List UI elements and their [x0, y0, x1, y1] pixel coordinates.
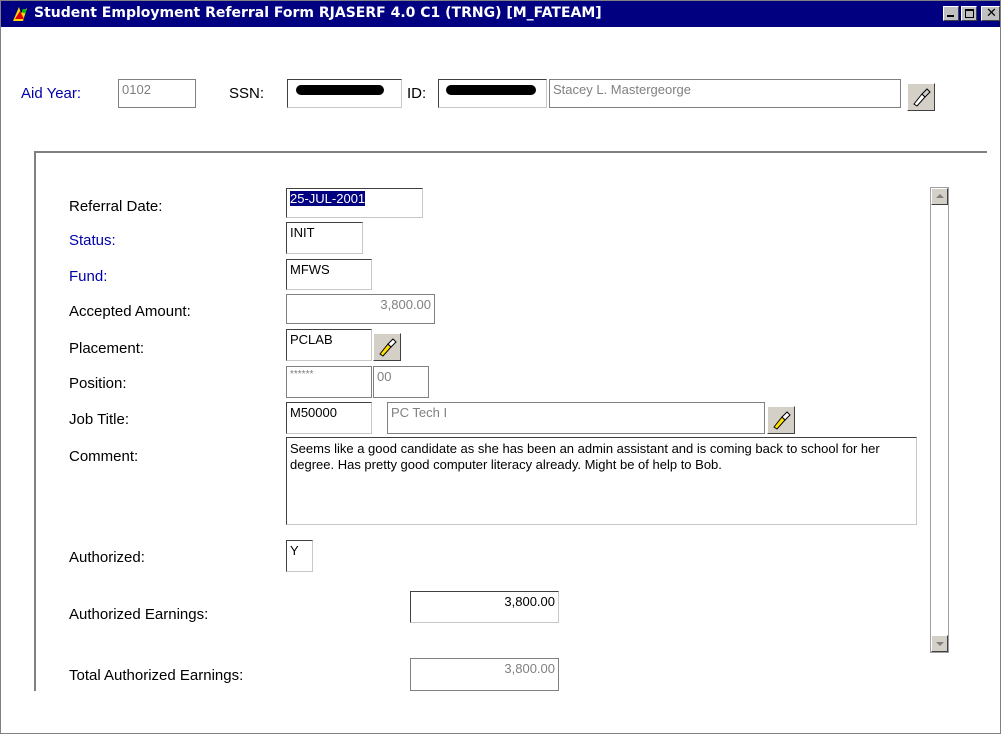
total-authorized-earnings-field: 3,800.00	[410, 658, 559, 691]
status-value: INIT	[290, 225, 315, 240]
authorized-earnings-label: Authorized Earnings:	[69, 606, 209, 623]
placement-field[interactable]: PCLAB	[286, 329, 372, 361]
app-icon	[11, 5, 29, 23]
fund-label: Fund:	[69, 268, 108, 285]
status-label: Status:	[69, 232, 116, 249]
position-value: ******	[290, 369, 314, 380]
id-label: ID:	[407, 85, 427, 102]
student-name-value: Stacey L. Mastergeorge	[553, 82, 692, 97]
flashlight-search-icon	[773, 411, 791, 430]
id-redaction	[446, 85, 536, 95]
job-title-description-value: PC Tech I	[391, 405, 448, 420]
flashlight-search-icon	[913, 88, 931, 107]
arrow-down-icon	[936, 642, 944, 646]
close-button[interactable]: ✕	[981, 6, 1000, 21]
position-field: ******	[286, 366, 372, 398]
panel-border-top	[34, 151, 987, 153]
panel-border-left	[34, 151, 36, 691]
aid-year-label: Aid Year:	[21, 85, 82, 102]
referral-date-field[interactable]: 25-JUL-2001	[286, 188, 423, 218]
authorized-field[interactable]: Y	[286, 540, 313, 572]
authorized-earnings-value: 3,800.00	[504, 594, 555, 609]
id-search-button[interactable]	[907, 83, 935, 111]
title-bar[interactable]: Student Employment Referral Form RJASERF…	[1, 1, 1000, 27]
placement-search-button[interactable]	[373, 333, 401, 361]
position-label: Position:	[69, 375, 127, 392]
fund-value: MFWS	[290, 262, 330, 277]
fund-field[interactable]: MFWS	[286, 259, 372, 290]
referral-date-label: Referral Date:	[69, 198, 163, 215]
comment-label: Comment:	[69, 448, 139, 465]
status-field[interactable]: INIT	[286, 222, 363, 254]
authorized-earnings-field[interactable]: 3,800.00	[410, 591, 559, 623]
job-title-code-value: M50000	[290, 405, 337, 420]
job-title-code-field[interactable]: M50000	[286, 402, 372, 434]
accepted-amount-field: 3,800.00	[286, 294, 435, 324]
ssn-redaction	[296, 85, 384, 95]
aid-year-value: 0102	[122, 82, 151, 97]
authorized-label: Authorized:	[69, 549, 145, 566]
job-title-label: Job Title:	[69, 411, 130, 428]
referral-date-value: 25-JUL-2001	[290, 191, 366, 206]
id-field[interactable]	[438, 79, 547, 108]
arrow-up-icon	[936, 194, 944, 198]
ssn-field[interactable]	[287, 79, 402, 108]
total-authorized-earnings-label: Total Authorized Earnings:	[69, 667, 244, 684]
position-suffix-field: 00	[373, 366, 429, 398]
total-authorized-earnings-value: 3,800.00	[504, 661, 555, 676]
accepted-amount-label: Accepted Amount:	[69, 303, 191, 320]
comment-textarea[interactable]: Seems like a good candidate as she has b…	[286, 437, 917, 525]
record-scrollbar[interactable]	[930, 187, 949, 653]
maximize-button[interactable]	[961, 6, 977, 21]
comment-value: Seems like a good candidate as she has b…	[290, 441, 880, 472]
position-suffix-value: 00	[377, 369, 392, 384]
accepted-amount-value: 3,800.00	[380, 297, 431, 312]
form-window: Student Employment Referral Form RJASERF…	[0, 0, 1001, 734]
close-icon: ✕	[986, 6, 997, 21]
window-title: Student Employment Referral Form RJASERF…	[34, 5, 602, 21]
placement-value: PCLAB	[290, 332, 333, 347]
scroll-down-button[interactable]	[931, 635, 948, 652]
job-title-search-button[interactable]	[767, 406, 795, 434]
student-name-field: Stacey L. Mastergeorge	[549, 79, 901, 108]
minimize-button[interactable]	[943, 6, 959, 21]
scroll-up-button[interactable]	[931, 188, 948, 205]
ssn-label: SSN:	[229, 85, 265, 102]
authorized-value: Y	[290, 543, 299, 558]
flashlight-search-icon	[379, 338, 397, 357]
aid-year-field[interactable]: 0102	[118, 79, 196, 108]
placement-label: Placement:	[69, 340, 145, 357]
job-title-description-field: PC Tech I	[387, 402, 765, 434]
